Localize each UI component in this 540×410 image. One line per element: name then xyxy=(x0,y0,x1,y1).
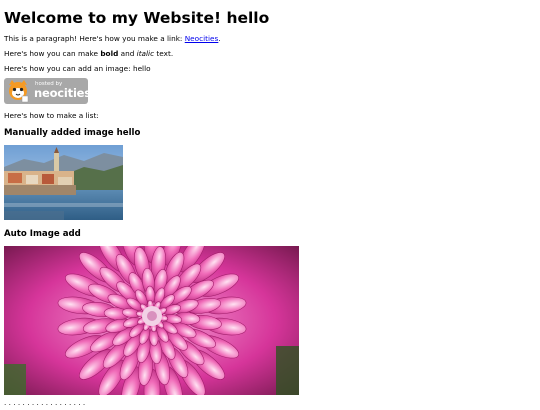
formatting-paragraph: Here's how you can make bold and italic … xyxy=(4,49,173,59)
cutoff-text-line: · · · · · · · · · · · · · · · · · · xyxy=(4,400,86,409)
formatting-text-middle: and xyxy=(118,49,137,58)
intro-text: This is a paragraph! Here's how you make… xyxy=(4,34,185,43)
image-paragraph: Here's how you can add an image: hello xyxy=(4,64,151,73)
hosted-by-neocities-badge[interactable]: hosted by neocities xyxy=(4,78,88,104)
intro-paragraph: This is a paragraph! Here's how you make… xyxy=(4,34,221,44)
neocities-link[interactable]: Neocities xyxy=(185,34,219,43)
manual-image-heading: Manually added image hello xyxy=(4,128,141,138)
neocities-cat-icon xyxy=(9,80,29,103)
auto-image-heading: Auto Image add xyxy=(4,229,81,239)
formatting-text-start: Here's how you can make xyxy=(4,49,101,58)
italic-text: italic xyxy=(136,49,155,58)
list-paragraph: Here's how to make a list: xyxy=(4,111,99,120)
bold-text: bold xyxy=(100,49,119,58)
pink-dahlia-photo xyxy=(4,246,299,395)
formatting-text-end: text. xyxy=(154,49,174,58)
intro-period: . xyxy=(218,34,221,43)
page-title: Welcome to my Website! hello xyxy=(4,9,270,27)
badge-brand-text: neocities xyxy=(34,86,88,100)
coastal-town-photo xyxy=(4,145,123,220)
